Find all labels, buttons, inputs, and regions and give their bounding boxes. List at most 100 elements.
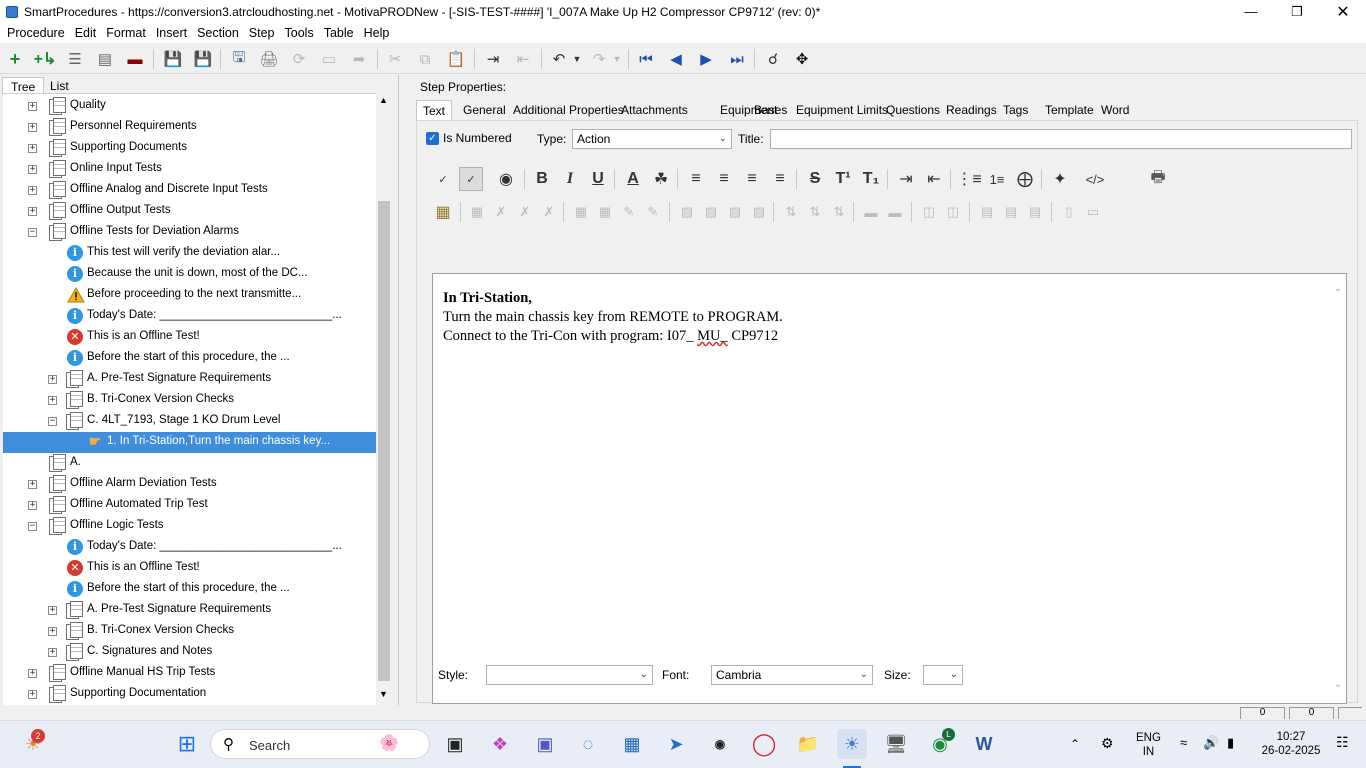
tree-node[interactable]: ☛ 1. In Tri-Station,Turn the main chassis… <box>3 432 376 453</box>
tab-general[interactable]: General <box>457 100 512 120</box>
title-input[interactable] <box>770 129 1352 149</box>
tree-node[interactable]: + Offline Analog and Discrete Input Tests <box>3 180 376 201</box>
menu-procedure[interactable]: Procedure <box>2 23 70 43</box>
scroll-thumb[interactable] <box>378 201 390 681</box>
expand-icon[interactable]: + <box>28 690 37 699</box>
align-bottom-icon[interactable]: ▤ <box>1023 200 1047 224</box>
tree-node[interactable]: + Offline Output Tests <box>3 201 376 222</box>
paste-icon[interactable]: 📋 <box>445 48 467 70</box>
add-child-icon[interactable]: +↳ <box>34 48 57 70</box>
dell-icon[interactable]: ◉ <box>705 729 735 759</box>
underline-icon[interactable]: U <box>586 167 610 191</box>
size-select[interactable]: ⌄ <box>923 665 963 685</box>
delete-row-icon[interactable]: ✗ <box>489 200 513 224</box>
insert-line-icon[interactable]: ⨁ <box>1013 167 1037 191</box>
strikethrough-icon[interactable]: S <box>803 167 827 191</box>
tree-node[interactable]: + A. Pre-Test Signature Requirements <box>3 369 376 390</box>
restore-button[interactable]: ❐ <box>1274 0 1320 23</box>
outdent-icon[interactable]: ⇤ <box>512 48 534 70</box>
insert-col-right-icon[interactable]: ▧ <box>699 200 723 224</box>
menu-step[interactable]: Step <box>244 23 280 43</box>
store-icon[interactable]: ▦ <box>617 729 647 759</box>
wifi-icon[interactable]: ≈ <box>1180 736 1187 750</box>
tab-template[interactable]: Template <box>1039 100 1100 120</box>
numbered-list-icon[interactable]: 1≡ <box>985 167 1009 191</box>
is-numbered-checkbox[interactable]: ✓ <box>426 132 439 145</box>
tree-node[interactable]: i Because the unit is down, most of the D… <box>3 264 376 285</box>
tree-node[interactable]: + Personnel Requirements <box>3 117 376 138</box>
minimize-button[interactable]: — <box>1228 0 1274 23</box>
tree-node[interactable]: i Before the start of this procedure, the… <box>3 348 376 369</box>
align-left-icon[interactable]: ≡ <box>684 167 708 191</box>
expand-icon[interactable]: + <box>28 186 37 195</box>
tree-node[interactable]: i Today's Date: _________________________… <box>3 306 376 327</box>
menu-insert[interactable]: Insert <box>151 23 192 43</box>
bullet-list-icon[interactable]: ⋮≡ <box>956 167 981 191</box>
spellcheck-as-you-type-icon[interactable]: ✓ <box>459 167 483 191</box>
language-indicator[interactable]: ENG IN <box>1136 731 1161 759</box>
expand-icon[interactable]: + <box>28 144 37 153</box>
copy-icon[interactable]: ⧉ <box>414 48 436 70</box>
menu-format[interactable]: Format <box>101 23 151 43</box>
remove-icon[interactable]: ▬ <box>124 48 146 70</box>
collapse-icon[interactable]: − <box>28 522 37 531</box>
column-width-icon[interactable]: ▯ <box>1057 200 1081 224</box>
teams-icon[interactable]: ▣ <box>530 729 560 759</box>
tab-additional-properties[interactable]: Additional Properties <box>507 100 630 120</box>
windows-start-icon[interactable]: ⊞ <box>172 729 202 759</box>
decrease-indent-icon[interactable]: ⇤ <box>922 167 946 191</box>
align-top-icon[interactable]: ▤ <box>975 200 999 224</box>
insert-row-below-icon[interactable]: ▦ <box>593 200 617 224</box>
spellcheck-icon[interactable]: ✓ <box>431 167 455 191</box>
expand-icon[interactable]: + <box>28 669 37 678</box>
increase-indent-icon[interactable]: ⇥ <box>894 167 918 191</box>
scroll-up-icon[interactable]: ▲ <box>379 95 388 105</box>
scroll-down-icon[interactable]: ▼ <box>379 689 388 699</box>
opera-icon[interactable]: ◯ <box>749 729 779 759</box>
previous-icon[interactable]: ◀ <box>665 48 687 70</box>
tree-scrollbar[interactable]: ▲ ▼ <box>376 93 392 705</box>
tree-node[interactable]: + Offline Automated Trip Test <box>3 495 376 516</box>
merge-cells-icon[interactable]: ▬ <box>859 200 883 224</box>
tab-bases[interactable]: Bases <box>748 100 793 120</box>
find-icon[interactable]: ☌ <box>762 48 784 70</box>
battery-icon[interactable]: ▮ <box>1227 736 1234 750</box>
tab-questions[interactable]: Questions <box>880 100 946 120</box>
insert-col-left-icon[interactable]: ▧ <box>675 200 699 224</box>
style-select[interactable]: ⌄ <box>486 665 653 685</box>
merge-col-icon[interactable]: ▧ <box>747 200 771 224</box>
delete-col-icon[interactable]: ✗ <box>513 200 537 224</box>
notifications-icon[interactable]: ☷ <box>1336 735 1349 749</box>
close-button[interactable]: ✕ <box>1320 0 1366 23</box>
cut-icon[interactable]: ✂ <box>384 48 406 70</box>
subscript-icon[interactable]: T₁ <box>859 167 883 191</box>
cell-padding-icon[interactable]: ◫ <box>917 200 941 224</box>
tab-tags[interactable]: Tags <box>997 100 1034 120</box>
file-explorer-icon[interactable]: 📁 <box>793 729 823 759</box>
expand-icon[interactable]: + <box>48 375 57 384</box>
row-move-icon[interactable]: ⇅ <box>827 200 851 224</box>
tab-attachments[interactable]: Attachments <box>615 100 694 120</box>
font-color-icon[interactable]: A <box>621 167 645 191</box>
editor-scroll-down-icon[interactable]: ⌄ <box>1332 675 1344 694</box>
move-icon[interactable]: ✥ <box>791 48 813 70</box>
menu-tools[interactable]: Tools <box>280 23 319 43</box>
tree-node[interactable]: i This test will verify the deviation ala… <box>3 243 376 264</box>
expand-icon[interactable]: + <box>48 606 57 615</box>
redo-dropdown-icon[interactable]: ▼ <box>606 48 628 70</box>
network-share-icon[interactable]: ⚙ <box>1101 736 1114 750</box>
last-icon[interactable]: ⏭ <box>726 48 748 70</box>
tab-word[interactable]: Word <box>1095 100 1135 120</box>
editor-scrollbar[interactable]: ⌃ ⌄ <box>1332 284 1344 694</box>
row-height-icon[interactable]: ▭ <box>1081 200 1105 224</box>
smartprocedures-taskbar-icon[interactable]: ☀ <box>837 729 867 759</box>
align-center-icon[interactable]: ≡ <box>712 167 736 191</box>
print-icon[interactable]: 🖨 <box>258 48 280 70</box>
expand-icon[interactable]: + <box>28 207 37 216</box>
html-source-icon[interactable]: </> <box>1083 167 1107 191</box>
expand-icon[interactable]: + <box>28 480 37 489</box>
tree-node[interactable]: − Offline Logic Tests <box>3 516 376 537</box>
split-cells-icon[interactable]: ▬ <box>883 200 907 224</box>
expand-icon[interactable]: + <box>28 123 37 132</box>
tree-node[interactable]: Before proceeding to the next transmitte… <box>3 285 376 306</box>
